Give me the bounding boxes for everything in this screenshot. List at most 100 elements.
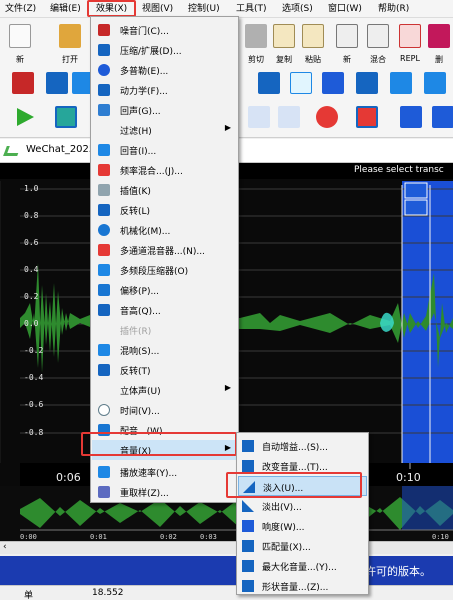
menu-window[interactable]: 窗口(W) — [328, 3, 362, 16]
change-volume-icon — [242, 460, 254, 472]
submenu-item-match-volume[interactable]: 匹配量(X)... — [238, 536, 367, 556]
menu-item-reverb-echo[interactable]: 回音(I)... — [92, 140, 237, 160]
submenu-item-auto-gain[interactable]: 自动增益...(S)... — [238, 436, 367, 456]
doppler-icon — [98, 64, 110, 76]
submenu-item-loudness[interactable]: 响度(W)... — [238, 516, 367, 536]
document-title: WeChat_2025 — [26, 144, 96, 155]
y-axis-label: -0.6 — [24, 400, 44, 409]
y-axis-label: 0.6 — [24, 238, 39, 247]
submenu-item-maximize-volume[interactable]: 最大化音量...(Y)... — [238, 556, 367, 576]
menu-item-label: 动力学(F)... — [120, 87, 168, 97]
menu-item-compress[interactable]: 压缩/扩展(D)... — [92, 40, 237, 60]
menu-tools[interactable]: 工具(T) — [236, 3, 267, 16]
submenu-item-label: 自动增益...(S)... — [262, 443, 328, 453]
y-axis-label: -0.2 — [24, 346, 44, 355]
disabled-transport-icon-1 — [248, 106, 270, 128]
menu-item-resample[interactable]: 重取样(Z)... — [92, 482, 237, 502]
record-selection-icon[interactable] — [356, 106, 378, 128]
menu-item-doppler[interactable]: 多普勒(E)... — [92, 60, 237, 80]
offset-icon — [98, 284, 110, 296]
mix-icon — [367, 24, 389, 48]
menu-item-label: 回声(G)... — [120, 107, 161, 117]
left-arrow-icon[interactable] — [424, 72, 446, 94]
menu-item-stereo[interactable]: 立体声(U) ▶ — [92, 380, 237, 400]
menu-item-label: 压缩/扩展(D)... — [120, 47, 182, 57]
bars-icon[interactable] — [356, 72, 378, 94]
menu-options[interactable]: 选项(S) — [282, 3, 313, 16]
replace-button[interactable]: REPL — [390, 20, 430, 66]
menu-file[interactable]: 文件(Z) — [5, 3, 36, 16]
replace-icon — [399, 24, 421, 48]
record-icon[interactable] — [316, 106, 338, 128]
menu-item-label: 回音(I)... — [120, 147, 157, 157]
snap-icon[interactable] — [432, 106, 453, 128]
y-axis-label: 0.8 — [24, 211, 39, 220]
submenu-item-label: 响度(W)... — [262, 523, 305, 533]
marker-icon[interactable] — [400, 106, 422, 128]
clock-icon — [98, 404, 110, 416]
right-arrow-icon[interactable] — [390, 72, 412, 94]
overview-time-label: 0:01 — [90, 533, 107, 541]
swap-icon[interactable] — [46, 72, 68, 94]
y-axis-label: 0.0 — [24, 319, 39, 328]
mechanize-icon — [98, 224, 110, 236]
diamond-icon[interactable] — [290, 72, 312, 94]
menu-item-multiband-compressor[interactable]: 多频段压缩器(O) — [92, 260, 237, 280]
menu-control[interactable]: 控制(U) — [188, 3, 220, 16]
play-icon[interactable] — [14, 106, 36, 128]
menu-item-time[interactable]: 时间(V)... — [92, 400, 237, 420]
volume-submenu: 自动增益...(S)... 改变音量...(T)... 淡入(U)... 淡出(… — [236, 432, 369, 595]
menu-item-playback-rate[interactable]: 播放速率(Y)... — [92, 462, 237, 482]
submenu-item-fade-out[interactable]: 淡出(V)... — [238, 496, 367, 516]
menu-item-offset[interactable]: 偏移(P)... — [92, 280, 237, 300]
menu-help[interactable]: 帮助(R) — [378, 3, 409, 16]
volume-item-highlight-box — [81, 432, 237, 456]
selection-start-handle — [404, 182, 428, 199]
reverb-icon — [98, 344, 110, 356]
overview-time-label: 0:03 — [200, 533, 217, 541]
menu-item-freq-mix[interactable]: 频率混合...(J)... — [92, 160, 237, 180]
delete-label: 删 — [435, 55, 443, 64]
auto-gain-icon — [242, 440, 254, 452]
horizontal-scrollbar[interactable]: ‹ — [0, 541, 453, 554]
delete-icon — [428, 24, 450, 48]
status-field-mode: 单 — [24, 591, 34, 600]
menu-item-reverse[interactable]: 反转(T) — [92, 360, 237, 380]
fade-in-highlight-box — [226, 472, 362, 498]
menu-item-label: 播放速率(Y)... — [120, 469, 178, 479]
menu-item-label: 噪音门(C)... — [120, 27, 169, 37]
submenu-item-label: 淡出(V)... — [262, 503, 302, 513]
paste-icon — [302, 24, 324, 48]
menu-item-interpolate[interactable]: 插值(K) — [92, 180, 237, 200]
open-button[interactable]: 打开 — [50, 20, 90, 66]
arrows-icon[interactable] — [322, 72, 344, 94]
y-axis-label: 0.4 — [24, 265, 39, 274]
new-button[interactable]: 新 — [0, 20, 40, 66]
y-axis-label: -0.8 — [24, 428, 44, 437]
effects-menu: 噪音门(C)... 压缩/扩展(D)... 多普勒(E)... 动力学(F)..… — [90, 16, 239, 503]
delete-button[interactable]: 删 — [425, 20, 453, 66]
menu-item-invert[interactable]: 反转(L) — [92, 200, 237, 220]
menu-view[interactable]: 视图(V) — [142, 3, 173, 16]
stop-effect-icon[interactable] — [12, 72, 34, 94]
menu-item-dynamics[interactable]: 动力学(F)... — [92, 80, 237, 100]
menu-item-label: 多频段压缩器(O) — [120, 267, 189, 277]
submenu-item-label: 形状音量...(Z)... — [262, 583, 329, 593]
menu-item-label: 反转(L) — [120, 207, 151, 217]
play-selection-icon[interactable] — [55, 106, 77, 128]
submenu-item-shape-volume[interactable]: 形状音量...(Z)... — [238, 576, 367, 596]
gear-blue-icon[interactable] — [258, 72, 280, 94]
compress-icon — [98, 44, 110, 56]
scroll-left-icon[interactable]: ‹ — [3, 542, 7, 552]
new-label: 新 — [16, 55, 24, 64]
menu-item-multichannel-mixer[interactable]: 多通道混音器...(N)... — [92, 240, 237, 260]
reverse-icon — [98, 364, 110, 376]
menu-item-mechanize[interactable]: 机械化(M)... — [92, 220, 237, 240]
menu-item-echo[interactable]: 回声(G)... — [92, 100, 237, 120]
menu-item-filter[interactable]: 过滤(H) ▶ — [92, 120, 237, 140]
menu-item-reverb[interactable]: 混响(S)... — [92, 340, 237, 360]
menu-item-noise-gate[interactable]: 噪音门(C)... — [92, 20, 237, 40]
menu-item-label: 混响(S)... — [120, 347, 160, 357]
menu-item-pitch[interactable]: 音高(Q)... — [92, 300, 237, 320]
menu-edit[interactable]: 编辑(E) — [50, 3, 81, 16]
